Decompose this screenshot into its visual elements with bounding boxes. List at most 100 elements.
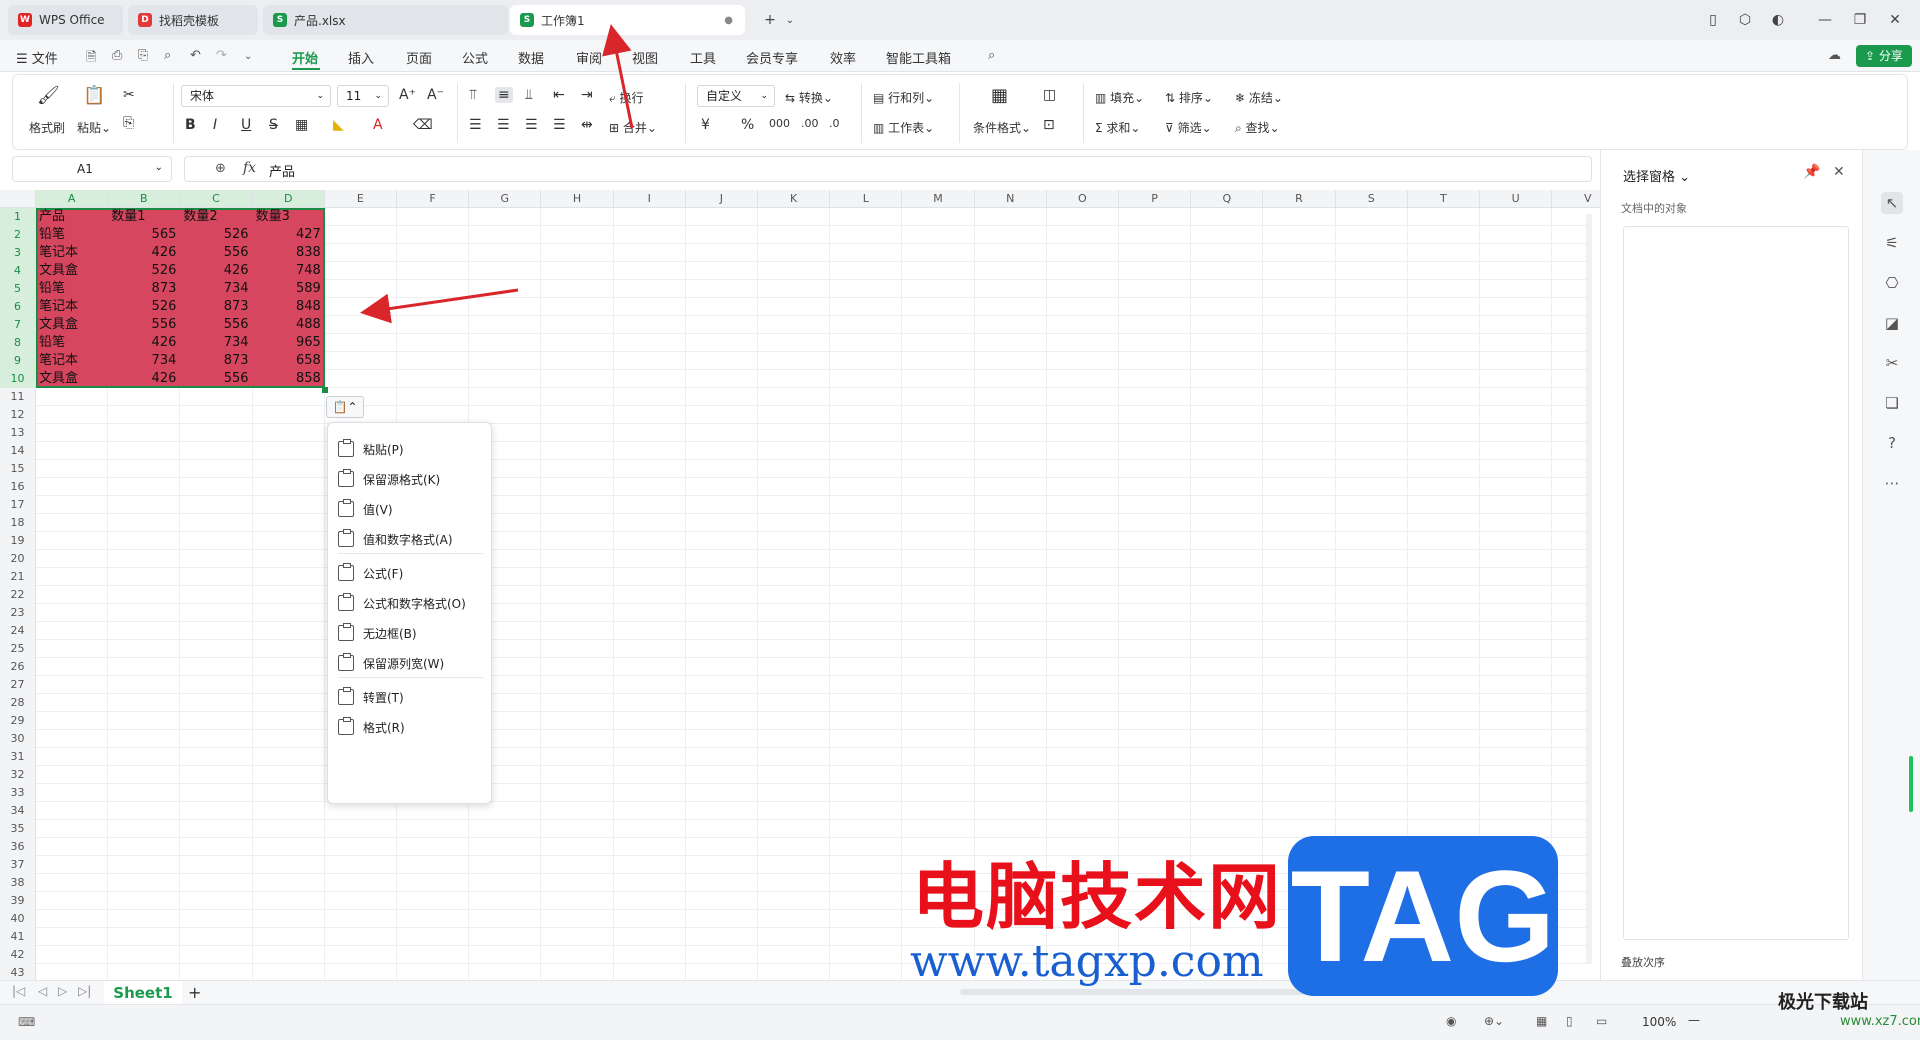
header-cell[interactable]: 数量3: [256, 208, 324, 226]
menu-data[interactable]: 数据: [518, 48, 544, 67]
format-painter-button[interactable]: 格式刷: [29, 119, 65, 136]
file-menu[interactable]: ☰ 文件: [16, 48, 58, 67]
data-cell[interactable]: 文具盒: [39, 316, 107, 334]
worksheet-button[interactable]: ▥ 工作表⌄: [873, 119, 934, 136]
data-cell[interactable]: 734: [183, 334, 251, 352]
convert-button[interactable]: ⇆ 转换⌄: [785, 89, 833, 106]
row-col-button[interactable]: ▤ 行和列⌄: [873, 89, 934, 106]
paste-option-paste[interactable]: 粘贴(P): [338, 435, 483, 463]
row-header-34[interactable]: 34: [0, 802, 36, 820]
column-header-n[interactable]: N: [974, 190, 1047, 208]
cloud-icon[interactable]: ☁: [1828, 48, 1841, 63]
row-header-19[interactable]: 19: [0, 532, 36, 550]
fill-color-icon[interactable]: ◣: [333, 117, 344, 133]
header-cell[interactable]: 数量2: [183, 208, 251, 226]
select-cursor-icon[interactable]: ↖: [1881, 192, 1903, 214]
cell-style-icon[interactable]: ◫: [1043, 87, 1056, 103]
row-header-7[interactable]: 7: [0, 316, 36, 334]
row-header-26[interactable]: 26: [0, 658, 36, 676]
next-sheet-icon[interactable]: ▷: [58, 984, 67, 998]
row-header-27[interactable]: 27: [0, 676, 36, 694]
menu-home[interactable]: 开始: [292, 48, 318, 67]
page-break-icon[interactable]: ▭: [1596, 1014, 1607, 1028]
clear-format-icon[interactable]: ⌫: [413, 117, 433, 133]
paste-options-button[interactable]: 📋⌃: [326, 396, 364, 418]
row-header-33[interactable]: 33: [0, 784, 36, 802]
share-button[interactable]: ⇪ 分享: [1856, 45, 1912, 67]
comment-icon[interactable]: ⎔: [1881, 272, 1903, 294]
column-header-l[interactable]: L: [830, 190, 903, 208]
indent-decrease-icon[interactable]: ⇤: [553, 87, 565, 103]
paste-option-formatting[interactable]: 格式(R): [338, 713, 483, 741]
normal-view-icon[interactable]: ▦: [1536, 1014, 1547, 1028]
tools-icon[interactable]: ✂: [1881, 352, 1903, 374]
zoom-icon[interactable]: ⊕: [215, 161, 226, 176]
justify-icon[interactable]: ☰: [553, 117, 566, 133]
page-view-icon[interactable]: ▯: [1566, 1014, 1573, 1028]
data-cell[interactable]: 426: [111, 334, 179, 352]
align-middle-icon[interactable]: ≡: [495, 87, 513, 103]
data-cell[interactable]: 笔记本: [39, 352, 107, 370]
row-header-37[interactable]: 37: [0, 856, 36, 874]
border-icon[interactable]: ▦: [295, 117, 308, 133]
column-header-s[interactable]: S: [1335, 190, 1408, 208]
row-header-40[interactable]: 40: [0, 910, 36, 928]
data-cell[interactable]: 文具盒: [39, 262, 107, 280]
row-header-15[interactable]: 15: [0, 460, 36, 478]
chevron-down-icon[interactable]: ⌄: [780, 10, 800, 30]
paste-option-keep-source-format[interactable]: 保留源格式(K): [338, 465, 483, 493]
add-sheet-icon[interactable]: +: [188, 983, 201, 1002]
paste-option-values-number-format[interactable]: 值和数字格式(A): [338, 525, 483, 553]
data-cell[interactable]: 565: [111, 226, 179, 244]
preview-icon[interactable]: ⌕: [164, 48, 171, 63]
zoom-out-icon[interactable]: —: [1688, 1013, 1700, 1027]
row-header-42[interactable]: 42: [0, 946, 36, 964]
header-cell[interactable]: 产品: [39, 208, 107, 226]
thousands-icon[interactable]: 000: [769, 117, 790, 130]
objects-list[interactable]: [1623, 226, 1849, 940]
filter-button[interactable]: ⊽ 筛选⌄: [1165, 119, 1212, 136]
indent-increase-icon[interactable]: ⇥: [581, 87, 593, 103]
font-name-select[interactable]: 宋体 ⌄: [181, 85, 331, 107]
wrap-button[interactable]: ⤶ 换行: [609, 89, 644, 106]
row-header-21[interactable]: 21: [0, 568, 36, 586]
restore-icon[interactable]: ❐: [1850, 10, 1870, 30]
number-format-select[interactable]: 自定义 ⌄: [697, 85, 775, 107]
conditional-format-button[interactable]: 条件格式⌄: [973, 119, 1031, 136]
menu-member[interactable]: 会员专享: [746, 48, 798, 67]
data-cell[interactable]: 858: [256, 370, 324, 388]
data-cell[interactable]: 笔记本: [39, 244, 107, 262]
data-cell[interactable]: 426: [111, 370, 179, 388]
find-button[interactable]: ⌕ 查找⌄: [1235, 119, 1280, 136]
row-header-41[interactable]: 41: [0, 928, 36, 946]
data-cell[interactable]: 734: [183, 280, 251, 298]
data-cell[interactable]: 笔记本: [39, 298, 107, 316]
row-header-5[interactable]: 5: [0, 280, 36, 298]
align-bottom-icon[interactable]: ⫫: [525, 87, 533, 103]
macro-icon[interactable]: ⌨: [18, 1015, 35, 1029]
row-header-22[interactable]: 22: [0, 586, 36, 604]
zoom-level[interactable]: 100%: [1642, 1015, 1676, 1029]
cube-icon[interactable]: ⬡: [1735, 10, 1755, 30]
column-header-k[interactable]: K: [758, 190, 831, 208]
row-header-9[interactable]: 9: [0, 352, 36, 370]
row-header-8[interactable]: 8: [0, 334, 36, 352]
data-cell[interactable]: 556: [183, 244, 251, 262]
data-cell[interactable]: 526: [183, 226, 251, 244]
redo-icon[interactable]: ↷: [216, 48, 227, 63]
column-header-p[interactable]: P: [1119, 190, 1192, 208]
align-top-icon[interactable]: ⫪: [469, 87, 477, 103]
paste-icon[interactable]: 📋: [83, 85, 105, 106]
align-center-icon[interactable]: ☰: [497, 117, 510, 133]
undo-icon[interactable]: ↶: [190, 48, 201, 63]
vertical-scrollbar[interactable]: [1586, 214, 1592, 964]
pane-title[interactable]: 选择窗格 ⌄: [1623, 166, 1690, 185]
fill-handle[interactable]: [322, 387, 328, 393]
close-icon[interactable]: ✕: [1833, 164, 1845, 180]
chart-icon[interactable]: ◪: [1881, 312, 1903, 334]
sidebar-scroll-indicator[interactable]: [1909, 756, 1913, 812]
data-cell[interactable]: 426: [111, 244, 179, 262]
row-header-1[interactable]: 1: [0, 208, 36, 226]
row-header-35[interactable]: 35: [0, 820, 36, 838]
column-header-r[interactable]: R: [1263, 190, 1336, 208]
